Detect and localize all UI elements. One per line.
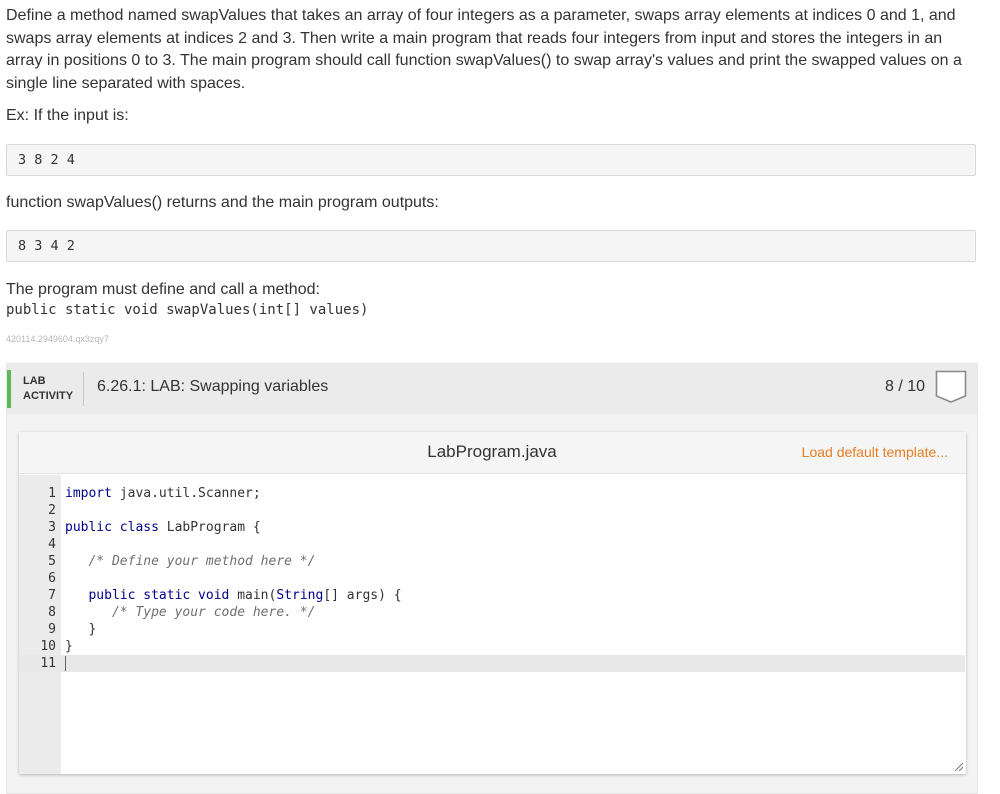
code-comment: /* Define your method here */ [88,554,316,569]
lab-activity-tag: LAB ACTIVITY [23,374,73,404]
lab-activity-line1: LAB [23,375,46,387]
line-number: 1 [48,486,56,501]
lab-activity-header: LAB ACTIVITY 6.26.1: LAB: Swapping varia… [7,364,977,414]
code-line[interactable]: 4 [19,536,965,553]
file-name-text: LabProgram.java [427,442,557,461]
line-number: 10 [40,639,56,654]
lab-score: 8 / 10 [884,378,925,395]
code-text: /* Define your method here */ [65,553,315,570]
code-keyword: public static void [88,588,230,603]
code-token: java.util.Scanner; [111,486,261,501]
code-line[interactable]: 11 [19,655,965,672]
load-default-template-link[interactable]: Load default template... [802,444,948,460]
code-line[interactable]: 7 public static void main(String[] args)… [19,587,965,604]
code-keyword: String [276,588,324,603]
problem-description: Define a method named swapValues that ta… [6,7,962,92]
line-number: 11 [40,656,56,671]
code-comment: /* Type your code here. */ [111,605,316,620]
code-input-area[interactable]: 1 import java.util.Scanner; 2 3 public class… [19,475,966,774]
code-token: LabProgram { [158,520,261,535]
code-token: } [65,639,73,654]
code-token: [] args) { [323,588,402,603]
line-number: 9 [48,622,56,637]
lab-activity-panel: LAB ACTIVITY 6.26.1: LAB: Swapping varia… [6,363,978,794]
lab-accent-stripe [7,370,11,408]
header-divider [83,372,84,406]
line-number: 5 [48,554,56,569]
code-text: /* Type your code here. */ [65,604,316,621]
code-text: public class LabProgram { [65,519,261,536]
code-keyword: public class [65,520,159,535]
example-output-box: 8 3 4 2 [6,230,976,262]
example-input-box: 3 8 2 4 [6,144,976,176]
code-text: } [65,621,96,638]
code-text: import java.util.Scanner; [65,485,261,502]
line-number: 8 [48,605,56,620]
code-line[interactable]: 3 public class LabProgram { [19,519,965,536]
code-keyword: import [65,486,112,501]
code-editor: LabProgram.java Load default template...… [19,432,966,774]
code-line[interactable]: 6 [19,570,965,587]
code-line[interactable]: 1 import java.util.Scanner; [19,485,965,502]
code-line[interactable]: 5 /* Define your method here */ [19,553,965,570]
line-number: 7 [48,588,56,603]
code-token: } [65,622,97,637]
code-token: main( [229,588,277,603]
line-number: 4 [48,537,56,552]
score-badge-icon [935,370,967,403]
code-text: } [65,638,73,655]
lab-title: 6.26.1: LAB: Swapping variables [97,378,329,395]
line-number: 3 [48,520,56,535]
resize-handle-icon[interactable] [953,761,963,771]
problem-id: 420114.2949604.qx3zqy7 [6,334,109,344]
code-line[interactable]: 9 } [19,621,965,638]
output-label: function swapValues() returns and the ma… [6,194,439,211]
example-label: Ex: If the input is: [6,107,129,124]
code-text [65,655,66,672]
text-cursor [65,656,66,671]
code-text: public static void main(String[] args) { [65,587,402,604]
editor-header: LabProgram.java Load default template... [19,432,966,474]
code-line[interactable]: 2 [19,502,965,519]
code-line[interactable]: 10} [19,638,965,655]
method-signature: public static void swapValues(int[] valu… [6,302,369,318]
lab-activity-line2: ACTIVITY [23,390,74,402]
line-number: 6 [48,571,56,586]
method-requirement-label: The program must define and call a metho… [6,281,320,298]
code-line[interactable]: 8 /* Type your code here. */ [19,604,965,621]
line-number: 2 [48,503,56,518]
